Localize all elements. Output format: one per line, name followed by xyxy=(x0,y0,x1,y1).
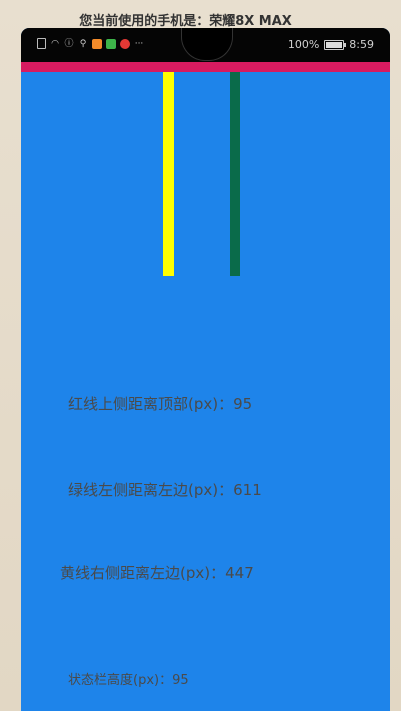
info-icon: ⓘ xyxy=(64,38,74,49)
status-bar-height-label: 状态栏高度(px)：95 xyxy=(68,673,189,688)
alarm-icon xyxy=(120,38,130,49)
green-line xyxy=(230,72,240,276)
battery-level xyxy=(326,41,343,48)
red-top-label: 红线上侧距离顶部(px)：95 xyxy=(68,395,253,413)
battery-icon xyxy=(324,39,347,50)
yellow-right-label: 黄线右侧距离左边(px)：447 xyxy=(60,564,254,582)
camera-notch xyxy=(181,28,233,61)
more-icon: ··· xyxy=(134,38,144,49)
file-icon xyxy=(37,38,46,49)
status-icons-right: 100% 8:59 xyxy=(288,38,374,51)
page: 您当前使用的手机是：荣耀8X MAX ◠ ⓘ ⚲ ··· 100% 8:59 红… xyxy=(0,0,401,711)
phone-screen: ◠ ⓘ ⚲ ··· 100% 8:59 红线上侧距离顶部(px)：95 绿线左侧… xyxy=(21,28,390,711)
green-left-label: 绿线左侧距离左边(px)：611 xyxy=(68,481,262,499)
status-icons-left: ◠ ⓘ ⚲ ··· xyxy=(37,38,144,49)
wifi-icon: ◠ xyxy=(51,38,59,49)
app-notification-icon xyxy=(92,38,102,49)
red-line xyxy=(21,62,390,72)
battery-percent: 100% xyxy=(287,38,320,51)
yellow-line xyxy=(163,72,174,276)
clock: 8:59 xyxy=(349,38,374,51)
device-caption: 您当前使用的手机是：荣耀8X MAX xyxy=(79,14,292,29)
app-notification-icon xyxy=(106,38,116,49)
status-bar: ◠ ⓘ ⚲ ··· 100% 8:59 xyxy=(21,28,390,62)
usb-icon: ⚲ xyxy=(79,38,87,49)
